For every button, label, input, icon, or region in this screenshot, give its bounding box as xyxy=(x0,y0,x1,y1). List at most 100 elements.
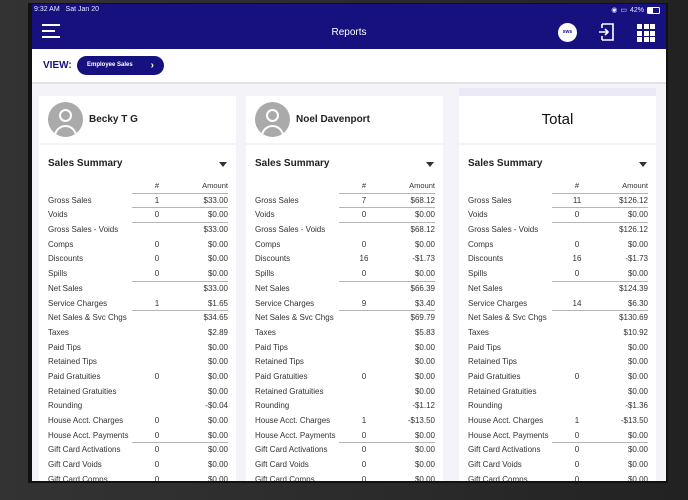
table-header-row: # Amount xyxy=(468,179,648,194)
row-amount: $34.65 xyxy=(203,313,228,323)
caret-down-icon[interactable] xyxy=(426,162,434,167)
table-row: Comps 0 $0.00 xyxy=(48,238,228,253)
status-icons: ◉ ▭ 42% xyxy=(611,6,660,14)
table-row: Service Charges 14 $6.30 xyxy=(468,297,648,312)
row-count: 0 xyxy=(574,474,580,481)
wifi-icon: ◉ xyxy=(611,7,618,14)
table-row: Net Sales $33.00 xyxy=(48,282,228,297)
table-row: Gift Card Voids 0 $0.00 xyxy=(255,458,435,473)
row-amount: $0.00 xyxy=(207,430,228,440)
row-amount: $0.00 xyxy=(207,269,228,279)
table-row: Gross Sales - Voids $126.12 xyxy=(468,223,648,238)
row-amount: $0.00 xyxy=(207,460,228,470)
row-amount: $0.00 xyxy=(207,474,228,481)
row-label: House Acct. Payments xyxy=(255,430,336,440)
row-count: 0 xyxy=(361,239,367,249)
row-label: Gross Sales - Voids xyxy=(48,225,119,235)
employee-column: Noel Davenport Sales Summary # Amount Gr… xyxy=(246,96,443,481)
table-row: Gross Sales 11 $126.12 xyxy=(468,194,648,209)
row-count: 0 xyxy=(154,269,160,279)
row-label: Net Sales & Svc Chgs xyxy=(48,313,127,323)
table-row: Voids 0 $0.00 xyxy=(468,208,648,223)
row-count: 16 xyxy=(572,254,582,264)
battery-percent: 42% xyxy=(629,6,644,14)
row-count: 0 xyxy=(574,210,580,220)
table-row: House Acct. Payments 0 $0.00 xyxy=(48,429,228,444)
row-amount: $0.00 xyxy=(414,386,435,396)
table-row: House Acct. Charges 1 -$13.50 xyxy=(255,414,435,429)
employee-header[interactable]: Becky T G xyxy=(39,96,236,143)
row-count: 0 xyxy=(154,210,160,220)
amount-header: Amount xyxy=(409,181,435,190)
row-label: Comps xyxy=(48,239,74,249)
caret-down-icon[interactable] xyxy=(639,162,647,167)
table-row: Net Sales $66.39 xyxy=(255,282,435,297)
apps-grid-icon[interactable] xyxy=(637,24,655,42)
amount-header: Amount xyxy=(622,181,648,190)
table-row: Retained Gratuities $0.00 xyxy=(468,385,648,400)
row-label: Net Sales & Svc Chgs xyxy=(255,313,334,323)
row-label: Retained Gratuities xyxy=(468,386,537,396)
table-row: Paid Tips $0.00 xyxy=(48,341,228,356)
row-count: 0 xyxy=(361,269,367,279)
view-selected-label: Employee Sales xyxy=(87,62,133,68)
row-label: Gross Sales - Voids xyxy=(468,225,539,235)
row-count: 0 xyxy=(154,474,160,481)
table-row: Taxes $2.89 xyxy=(48,326,228,341)
view-selector-button[interactable]: Employee Sales › xyxy=(77,56,164,75)
row-amount: -$13.50 xyxy=(620,416,648,425)
row-amount: $0.00 xyxy=(414,445,435,455)
row-count: 1 xyxy=(574,416,580,425)
row-amount: $0.00 xyxy=(627,342,648,352)
row-count: 0 xyxy=(154,416,160,425)
row-amount: -$1.12 xyxy=(412,401,435,411)
row-amount: $66.39 xyxy=(410,283,435,293)
table-row: Gift Card Activations 0 $0.00 xyxy=(48,443,228,458)
amount-header: Amount xyxy=(202,181,228,190)
section-title[interactable]: Sales Summary xyxy=(255,158,330,169)
table-row: Spills 0 $0.00 xyxy=(48,267,228,282)
row-label: Rounding xyxy=(255,401,290,411)
row-label: Gross Sales xyxy=(468,195,512,205)
table-row: Gift Card Voids 0 $0.00 xyxy=(468,458,648,473)
logout-icon[interactable] xyxy=(598,23,614,41)
row-count: 0 xyxy=(154,371,160,381)
view-label: VIEW: xyxy=(43,60,72,71)
row-count: 0 xyxy=(154,460,160,470)
table-row: Net Sales & Svc Chgs $130.69 xyxy=(468,311,648,326)
employee-header[interactable]: Noel Davenport xyxy=(246,96,443,143)
row-label: House Acct. Charges xyxy=(48,416,124,425)
row-count: 0 xyxy=(154,445,160,455)
row-amount: $0.00 xyxy=(414,460,435,470)
row-label: Service Charges xyxy=(255,298,315,308)
row-amount: $69.79 xyxy=(410,313,435,323)
row-amount: $0.00 xyxy=(627,445,648,455)
view-bar: VIEW: Employee Sales › xyxy=(32,49,666,84)
count-header: # xyxy=(154,181,160,190)
table-row: Retained Gratuities $0.00 xyxy=(48,385,228,400)
sales-summary-panel: Sales Summary # Amount Gross Sales 1 $33… xyxy=(39,145,236,481)
total-title: Total xyxy=(541,111,574,128)
table-row: Rounding -$0.04 xyxy=(48,399,228,414)
row-amount: $0.00 xyxy=(414,357,435,367)
section-title[interactable]: Sales Summary xyxy=(468,158,543,169)
sales-summary-panel: Sales Summary # Amount Gross Sales 11 $1… xyxy=(459,145,656,481)
row-label: Spills xyxy=(48,269,68,279)
employee-name: Noel Davenport xyxy=(296,114,370,125)
row-amount: $0.00 xyxy=(207,445,228,455)
table-row: Spills 0 $0.00 xyxy=(468,267,648,282)
row-amount: -$0.04 xyxy=(205,401,228,411)
row-label: Spills xyxy=(468,269,488,279)
sales-summary-table: # Amount Gross Sales 11 $126.12 Voids 0 … xyxy=(468,179,648,481)
row-amount: $0.00 xyxy=(207,416,228,425)
row-amount: $0.00 xyxy=(414,474,435,481)
table-row: Rounding -$1.36 xyxy=(468,399,648,414)
section-title[interactable]: Sales Summary xyxy=(48,158,123,169)
table-row: Gross Sales 1 $33.00 xyxy=(48,194,228,209)
caret-down-icon[interactable] xyxy=(219,162,227,167)
table-row: Net Sales $124.39 xyxy=(468,282,648,297)
row-label: Rounding xyxy=(48,401,83,411)
row-amount: $0.00 xyxy=(207,371,228,381)
table-row: Net Sales & Svc Chgs $69.79 xyxy=(255,311,435,326)
user-avatar[interactable]: sws xyxy=(558,23,577,42)
